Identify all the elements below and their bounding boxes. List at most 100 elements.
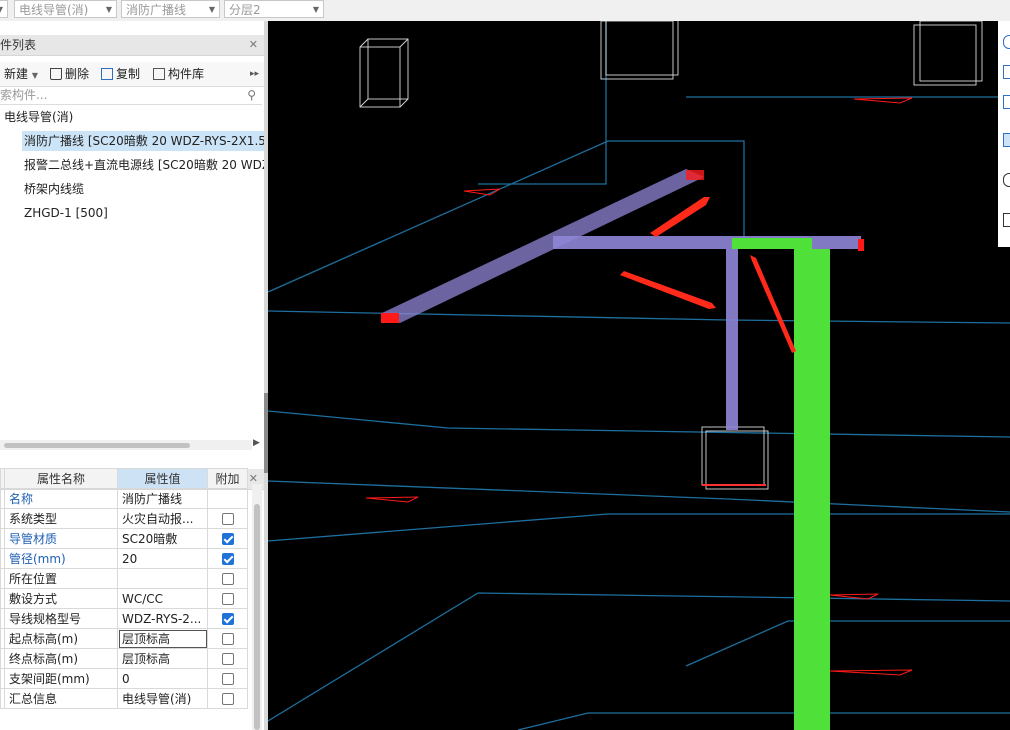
tree-item[interactable]: 报警二总线+直流电源线 [SC20暗敷 20 WDZ	[24, 155, 264, 175]
property-value[interactable]: WC/CC	[117, 588, 208, 609]
property-value[interactable]: 0	[117, 668, 208, 689]
property-name: 起点标高(m)	[4, 628, 118, 649]
component-dropdown-value: 消防广播线	[126, 3, 187, 17]
viewport-canvas[interactable]	[268, 21, 1010, 730]
search-icon[interactable]: ⚲	[247, 86, 256, 104]
trash-icon	[50, 68, 62, 80]
property-row[interactable]: 汇总信息 电线导管(消)	[0, 688, 248, 709]
ceiling-device-box	[913, 21, 983, 86]
extra-checkbox[interactable]	[221, 513, 234, 525]
extra-checkbox[interactable]	[221, 693, 234, 705]
extra-checkbox[interactable]	[221, 573, 234, 585]
tool-icon[interactable]	[1003, 35, 1010, 49]
tree-item[interactable]: 桥架内线缆	[24, 179, 84, 199]
copy-icon	[101, 68, 113, 80]
scroll-right-icon[interactable]: ▶	[253, 438, 260, 448]
property-row[interactable]: 起点标高(m) 层顶标高	[0, 628, 248, 649]
annotation-arrow	[650, 197, 710, 237]
floor-grid-line	[268, 310, 1010, 324]
floor-grid-line	[685, 620, 1010, 667]
tool-icon[interactable]	[1003, 213, 1010, 227]
ceiling-device-box	[359, 38, 409, 108]
extra-checkbox[interactable]	[221, 593, 234, 605]
property-extra	[207, 568, 248, 589]
conduit-endpoint[interactable]	[858, 239, 864, 251]
property-value[interactable]: 消防广播线	[117, 488, 208, 509]
3d-viewport[interactable]	[268, 21, 1010, 730]
category-dropdown[interactable]: 电线导管(消) ▼	[14, 0, 117, 18]
property-value[interactable]: 电线导管(消)	[117, 688, 208, 709]
extra-checkbox[interactable]	[221, 673, 234, 685]
property-value[interactable]: 层顶标高	[117, 628, 208, 649]
component-dropdown[interactable]: 消防广播线 ▼	[121, 0, 220, 18]
tree-item[interactable]: ZHGD-1 [500]	[24, 203, 108, 223]
horizontal-conduit-branch[interactable]	[553, 236, 861, 249]
tool-icon[interactable]	[1003, 95, 1010, 109]
tree-horizontal-scrollbar[interactable]	[0, 440, 252, 450]
property-extra	[207, 648, 248, 669]
annotation-arrow	[750, 255, 796, 353]
library-label: 构件库	[168, 67, 205, 81]
property-extra	[207, 628, 248, 649]
floor-marker	[829, 669, 913, 676]
more-icon[interactable]: ▸▸	[250, 65, 259, 83]
conduit-endpoint[interactable]	[686, 170, 704, 180]
property-name: 系统类型	[4, 508, 118, 529]
library-button[interactable]: 构件库	[153, 65, 204, 83]
new-button[interactable]: 新建 ▼	[4, 65, 38, 83]
vertical-conduit-drop[interactable]	[726, 249, 738, 430]
floor-grid-line	[268, 480, 1010, 513]
conduit-endpoint[interactable]	[381, 313, 399, 323]
property-row[interactable]: 所在位置	[0, 568, 248, 589]
property-value[interactable]	[117, 568, 208, 589]
property-row[interactable]: 敷设方式 WC/CC	[0, 588, 248, 609]
tool-icon[interactable]	[1003, 173, 1010, 187]
delete-button[interactable]: 删除	[50, 65, 89, 83]
property-row[interactable]: 系统类型 火灾自动报...	[0, 508, 248, 529]
properties-scrollbar[interactable]	[252, 484, 262, 730]
property-value[interactable]: 20	[117, 548, 208, 569]
property-extra	[207, 668, 248, 689]
property-name: 导管材质	[4, 528, 118, 549]
property-row[interactable]: 支架间距(mm) 0	[0, 668, 248, 689]
property-row[interactable]: 管径(mm) 20	[0, 548, 248, 569]
scroll-thumb[interactable]	[4, 443, 190, 448]
extra-checkbox[interactable]	[221, 613, 234, 625]
property-value[interactable]: 火灾自动报...	[117, 508, 208, 529]
property-name: 名称	[4, 488, 118, 509]
delete-label: 删除	[65, 67, 90, 81]
floor-marker	[463, 188, 501, 196]
property-value[interactable]: SC20暗敷	[117, 528, 208, 549]
extra-checkbox[interactable]	[221, 533, 234, 545]
property-row[interactable]: 导线规格型号 WDZ-RYS-2...	[0, 608, 248, 629]
property-value[interactable]: 层顶标高	[117, 648, 208, 669]
extra-checkbox[interactable]	[221, 553, 234, 565]
tree-root[interactable]: 电线导管(消)	[4, 107, 73, 127]
property-row[interactable]: 名称 消防广播线	[0, 488, 248, 509]
annotation-arrow	[620, 271, 716, 309]
green-pipe-top[interactable]	[732, 238, 812, 249]
property-extra	[207, 528, 248, 549]
component-search-input[interactable]: 索构件... ⚲	[0, 86, 262, 105]
property-row[interactable]: 导管材质 SC20暗敷	[0, 528, 248, 549]
floor-marker	[853, 97, 913, 104]
extra-checkbox[interactable]	[221, 653, 234, 665]
property-row[interactable]: 终点标高(m) 层顶标高	[0, 648, 248, 669]
tool-icon[interactable]	[1003, 133, 1010, 147]
col-header-name: 属性名称	[4, 468, 118, 489]
vertical-green-pipe[interactable]	[794, 249, 830, 730]
property-name: 支架间距(mm)	[4, 668, 118, 689]
layer-dropdown[interactable]: 分层2 ▼	[224, 0, 324, 18]
property-value[interactable]: WDZ-RYS-2...	[117, 608, 208, 629]
scroll-thumb[interactable]	[254, 504, 260, 730]
tree-item-label: 消防广播线 [SC20暗敷 20 WDZ-RYS-2X1.5]	[24, 134, 264, 148]
copy-button[interactable]: 复制	[101, 65, 140, 83]
chevron-down-icon: ▼	[105, 5, 112, 14]
tree-item-selected[interactable]: 消防广播线 [SC20暗敷 20 WDZ-RYS-2X1.5]	[22, 131, 264, 151]
toolbar-dropdown-partial[interactable]: ▼	[0, 0, 8, 18]
extra-checkbox[interactable]	[221, 633, 234, 645]
close-icon[interactable]: ✕	[249, 35, 258, 55]
category-dropdown-value: 电线导管(消)	[19, 3, 89, 17]
chevron-down-icon: ▼	[312, 5, 319, 14]
tool-icon[interactable]	[1003, 65, 1010, 79]
